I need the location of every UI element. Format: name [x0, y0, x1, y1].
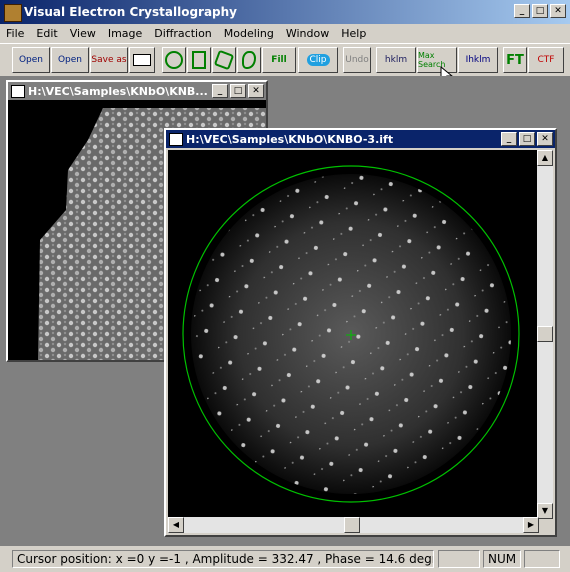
app-icon	[4, 4, 22, 22]
ctf-button[interactable]: CTF	[528, 47, 564, 73]
close-button[interactable]: ✕	[550, 4, 566, 18]
horizontal-scroll-thumb[interactable]	[344, 517, 360, 533]
app-title: Visual Electron Crystallography	[24, 5, 237, 19]
ft-window[interactable]: H:\VEC\Samples\KNbO\KNBO-3.ift _ □ ✕ ▲ ▼…	[164, 128, 557, 537]
freehand-tool-button[interactable]	[237, 47, 261, 73]
vertical-scroll-thumb[interactable]	[537, 326, 553, 342]
menu-file[interactable]: File	[0, 27, 30, 40]
menu-edit[interactable]: Edit	[30, 27, 63, 40]
status-empty-pane-2	[524, 550, 560, 568]
ihklm-button[interactable]: Ihklm	[458, 47, 498, 73]
vertical-scrollbar[interactable]: ▲ ▼	[537, 150, 553, 519]
ellipse-icon	[165, 51, 183, 69]
open-image-button[interactable]: Open	[12, 47, 50, 73]
image-close-button[interactable]: ✕	[248, 84, 264, 98]
scroll-left-button[interactable]: ◀	[168, 517, 184, 533]
menu-window[interactable]: Window	[280, 27, 335, 40]
scroll-down-button[interactable]: ▼	[537, 503, 553, 519]
horizontal-scrollbar[interactable]: ◀ ▶	[168, 517, 539, 533]
clip-label: Clip	[306, 54, 330, 66]
ft-close-button[interactable]: ✕	[537, 132, 553, 146]
ft-window-icon	[169, 133, 183, 146]
num-lock-indicator: NUM	[483, 550, 521, 568]
fill-label: Fill	[271, 55, 287, 65]
image-minimize-button[interactable]: _	[212, 84, 228, 98]
image-window-icon	[11, 85, 25, 98]
fill-button[interactable]: Fill	[262, 47, 296, 73]
mdi-workspace: H:\VEC\Samples\KNbO\KNB... _ □ ✕ H:\VEC\…	[0, 76, 570, 546]
ft-window-title: H:\VEC\Samples\KNbO\KNBO-3.ift	[186, 133, 394, 146]
status-bar: Cursor position: x =0 y =-1 , Amplitude …	[0, 547, 570, 572]
print-button[interactable]	[129, 47, 155, 73]
menu-modeling[interactable]: Modeling	[218, 27, 280, 40]
ft-label: FT	[506, 52, 524, 68]
open-image-label: Open	[18, 55, 44, 65]
ft-minimize-button[interactable]: _	[501, 132, 517, 146]
toolbar: Open Open Save as Fill Clip Undo hklm Ma…	[0, 43, 570, 85]
menu-view[interactable]: View	[64, 27, 102, 40]
clip-button[interactable]: Clip	[298, 47, 338, 73]
ellipse-tool-button[interactable]	[162, 47, 186, 73]
ft-window-titlebar[interactable]: H:\VEC\Samples\KNbO\KNBO-3.ift _ □ ✕	[166, 130, 555, 148]
image-window-titlebar[interactable]: H:\VEC\Samples\KNbO\KNB... _ □ ✕	[8, 82, 266, 100]
scroll-right-button[interactable]: ▶	[523, 517, 539, 533]
diffraction-pattern[interactable]	[168, 150, 541, 519]
status-empty-pane	[438, 550, 480, 568]
open-ft-button[interactable]: Open	[51, 47, 89, 73]
freehand-icon	[242, 51, 256, 69]
menu-bar: File Edit View Image Diffraction Modelin…	[0, 24, 570, 42]
hklm-label: hklm	[384, 55, 408, 65]
scroll-up-button[interactable]: ▲	[537, 150, 553, 166]
menu-image[interactable]: Image	[102, 27, 148, 40]
printer-icon	[133, 54, 151, 66]
polygon-tool-button[interactable]	[212, 47, 236, 73]
open-ft-label: Open	[57, 55, 83, 65]
polygon-icon	[213, 49, 235, 71]
maximize-button[interactable]: □	[532, 4, 548, 18]
image-maximize-button[interactable]: □	[230, 84, 246, 98]
ctf-label: CTF	[537, 55, 555, 65]
menu-diffraction[interactable]: Diffraction	[148, 27, 218, 40]
hklm-button[interactable]: hklm	[376, 47, 416, 73]
ft-button[interactable]: FT	[503, 47, 527, 73]
ft-maximize-button[interactable]: □	[519, 132, 535, 146]
save-as-button[interactable]: Save as	[90, 47, 128, 73]
rect-tool-button[interactable]	[187, 47, 211, 73]
menu-help[interactable]: Help	[335, 27, 372, 40]
undo-label: Undo	[345, 55, 369, 65]
ihklm-label: Ihklm	[465, 55, 491, 65]
cursor-status: Cursor position: x =0 y =-1 , Amplitude …	[12, 550, 434, 568]
undo-button[interactable]: Undo	[343, 47, 371, 73]
minimize-button[interactable]: _	[514, 4, 530, 18]
image-window-title: H:\VEC\Samples\KNbO\KNB...	[28, 85, 208, 98]
app-titlebar: Visual Electron Crystallography _ □ ✕	[0, 0, 570, 24]
rectangle-icon	[192, 51, 206, 69]
save-as-label: Save as	[91, 55, 127, 65]
